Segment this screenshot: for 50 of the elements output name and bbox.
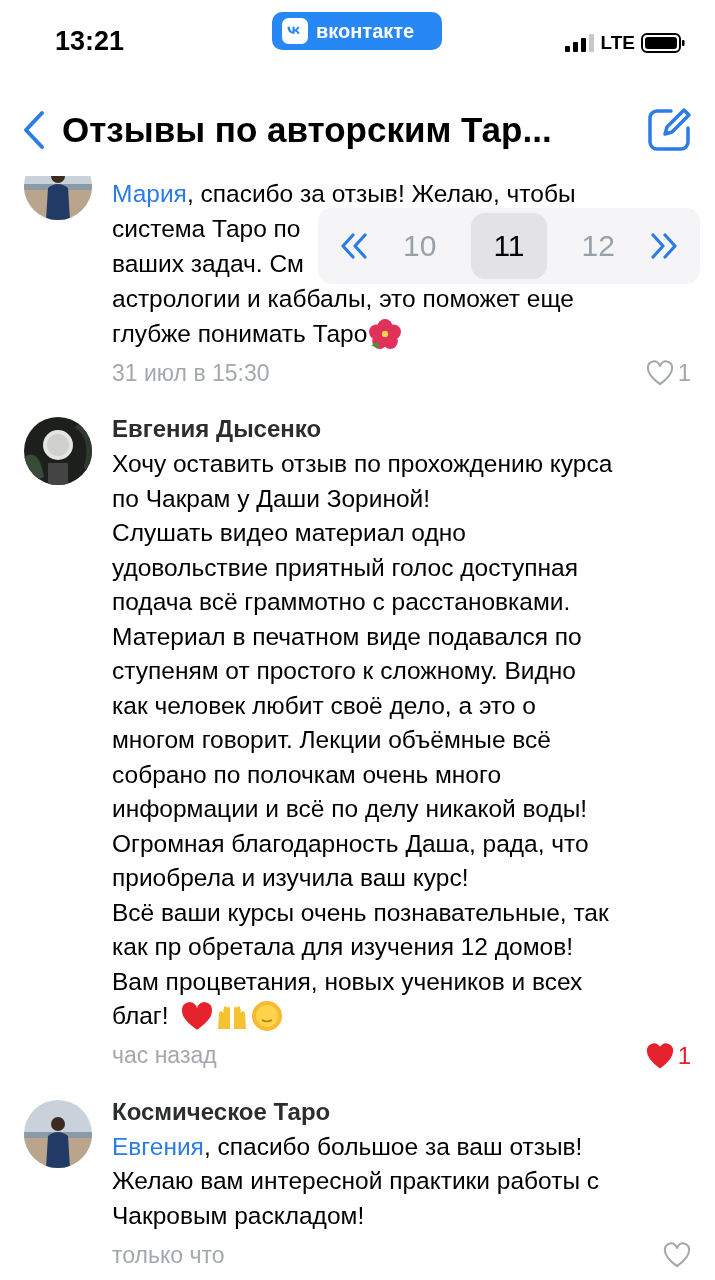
comment-text: система Таро по	[112, 214, 301, 244]
flower-icon	[369, 317, 402, 350]
comment-text: подача всё граммотно с расстановками.	[112, 587, 571, 617]
mention-link[interactable]: Евгения	[112, 1129, 204, 1164]
status-time: 13:21	[55, 26, 125, 57]
comment-text: информации и всё по делу никакой воды!	[112, 794, 588, 824]
mention-link[interactable]: Мария	[112, 176, 187, 211]
comment-text: удовольствие приятный голос доступная	[112, 552, 578, 583]
app-badge: вконтакте	[272, 12, 442, 50]
network-label: LTE	[600, 32, 635, 54]
comment-text: ступеням от простого к сложному. Видно	[112, 656, 576, 686]
back-button[interactable]	[22, 110, 46, 150]
page-title: Отзывы по авторским Тар...	[62, 110, 553, 150]
page-button[interactable]: 11	[470, 213, 547, 279]
edit-button[interactable]	[645, 106, 693, 154]
comment-text: Материал в печатном виде подавался по	[112, 621, 582, 652]
comment-text: глубже понимать Таро	[112, 319, 368, 349]
previous-pages-button[interactable]	[338, 232, 369, 260]
comment-text: благ!	[112, 1001, 169, 1031]
comment-text: астрологии и каббалы, это поможет еще	[112, 284, 574, 314]
comment-text: как человек любит своё дело, а это о	[112, 690, 536, 721]
sun-icon	[250, 1000, 283, 1033]
like-button[interactable]	[663, 1242, 691, 1268]
comment-text: многом говорит. Лекции объёмные всё	[112, 725, 551, 755]
signal-icon	[564, 34, 595, 52]
author-name[interactable]: Космическое Таро	[112, 1093, 691, 1130]
comment-text: как пр обретала для изучения 12 домов!	[112, 932, 573, 962]
comment-time: только что	[112, 1241, 225, 1269]
comment-time: час назад	[112, 1042, 217, 1069]
comment-text: Слушать видео материал одно	[112, 518, 466, 548]
author-name[interactable]: Евгения Дысенко	[112, 411, 691, 447]
comment-text: Вам процветания, новых учеников и всех	[112, 966, 583, 997]
page-button[interactable]: 12	[560, 213, 637, 279]
next-pages-button[interactable]	[649, 232, 680, 260]
comment-text: , спасибо большое за ваш отзыв!	[203, 1131, 583, 1162]
comment-time: 31 июл в 15:30	[112, 359, 270, 387]
comment-text: собрано по полочкам очень много	[112, 759, 501, 790]
comment-text: Всё ваши курсы очень познавательные, так	[112, 897, 609, 928]
comment-text: приобрела и изучила ваш курс!	[112, 863, 469, 893]
battery-icon	[641, 33, 685, 53]
comment-text: Огромная благодарность Даша, рада, что	[112, 828, 589, 859]
logo-icon	[282, 18, 308, 44]
comment-text: , спасибо за отзыв! Желаю, чтобы	[186, 179, 576, 209]
comment-text: ваших задач. См	[112, 249, 304, 279]
page-button[interactable]: 10	[381, 213, 458, 279]
comment-text: Чакровым раскладом!	[112, 1200, 365, 1231]
comment-text: Желаю вам интересной практики работы с	[112, 1166, 600, 1196]
comment-text: Хочу оставить отзыв по прохождению курса	[112, 449, 613, 479]
heart-icon	[180, 1001, 213, 1032]
comment-text: по Чакрам у Даши Зориной!	[112, 483, 431, 514]
